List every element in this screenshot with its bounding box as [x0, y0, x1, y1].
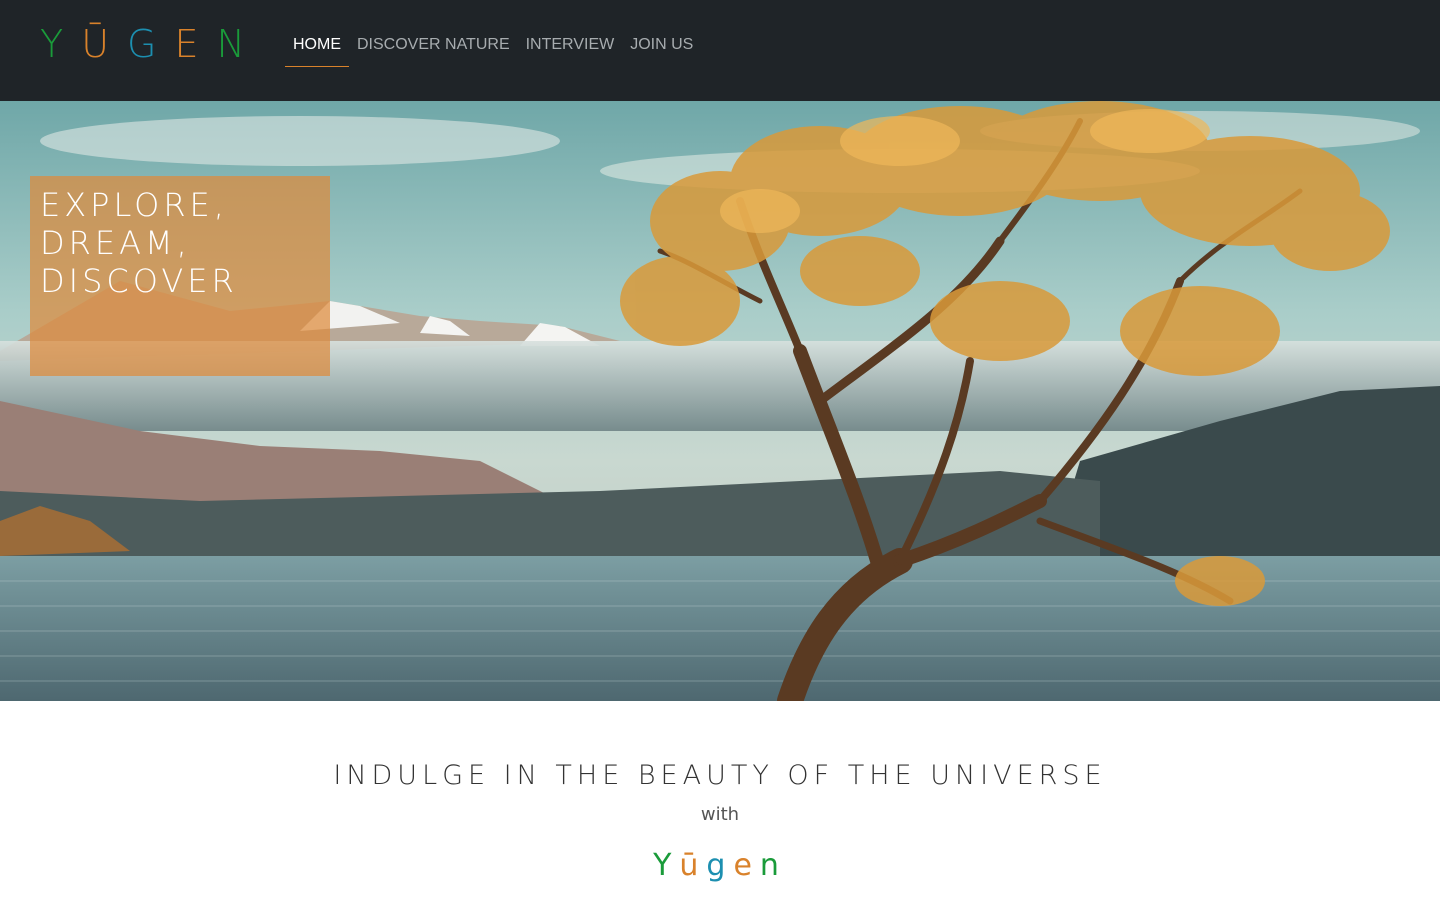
top-navbar: YŪGEN HOME DISCOVER NATURE INTERVIEW JOI…	[0, 0, 1440, 101]
small-logo-letter-g: g	[706, 848, 734, 883]
main-nav: HOME DISCOVER NATURE INTERVIEW JOIN US	[285, 30, 701, 68]
section-brand-logo: Yūgen	[0, 848, 1440, 883]
nav-home[interactable]: HOME	[285, 30, 349, 67]
nav-interview[interactable]: INTERVIEW	[518, 30, 623, 67]
small-logo-letter-e: e	[733, 848, 760, 883]
section-with-text: with	[700, 804, 740, 825]
logo-letter-e: E	[174, 22, 217, 66]
hero-headline-box: EXPLORE, DREAM, DISCOVER	[30, 176, 330, 376]
small-logo-letter-n: n	[759, 848, 787, 883]
hero-banner: EXPLORE, DREAM, DISCOVER	[0, 101, 1440, 701]
brand-logo[interactable]: YŪGEN	[40, 22, 263, 66]
nav-discover-nature[interactable]: DISCOVER NATURE	[349, 30, 518, 67]
section-tagline: INDULGE IN THE BEAUTY OF THE UNIVERSE	[333, 760, 1107, 791]
logo-letter-u: Ū	[81, 22, 128, 66]
hero-line-dream: DREAM,	[40, 224, 191, 262]
hero-line-discover: DISCOVER	[40, 262, 238, 300]
logo-letter-g: G	[127, 22, 175, 66]
nav-join-us[interactable]: JOIN US	[622, 30, 701, 67]
small-logo-letter-y: Y	[653, 848, 680, 883]
logo-letter-n: N	[216, 22, 263, 66]
hero-line-explore: EXPLORE,	[40, 186, 228, 224]
small-logo-letter-u: ū	[679, 848, 707, 883]
logo-letter-y: Y	[40, 22, 82, 66]
